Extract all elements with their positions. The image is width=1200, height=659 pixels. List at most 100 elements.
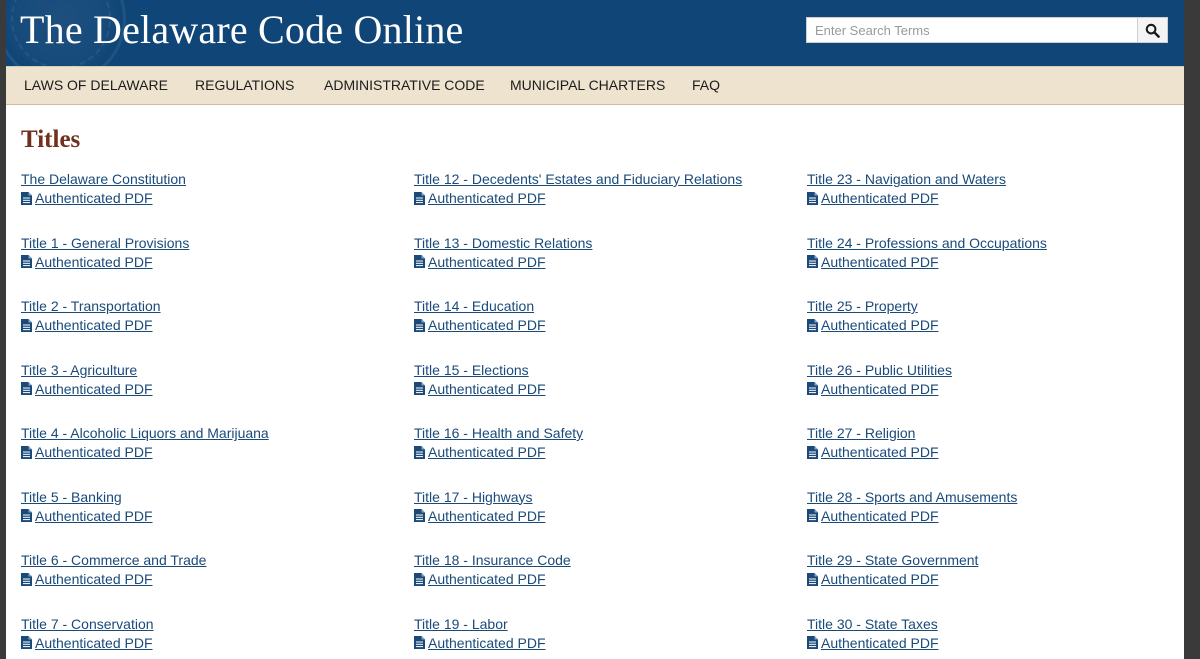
- nav-regulations[interactable]: REGULATIONS: [195, 77, 294, 93]
- title-link[interactable]: Title 25 - Property: [807, 297, 1184, 315]
- title-link[interactable]: Title 16 - Health and Safety: [414, 424, 794, 442]
- authenticated-pdf-link[interactable]: Authenticated PDF: [807, 634, 1184, 652]
- document-icon: [21, 509, 32, 522]
- title-link[interactable]: Title 2 - Transportation: [21, 297, 401, 315]
- title-entry: Title 2 - Transportation Authenticated PD…: [21, 297, 401, 361]
- pdf-link-label: Authenticated PDF: [35, 190, 153, 206]
- title-link[interactable]: Title 24 - Professions and Occupations: [807, 234, 1184, 252]
- titles-column-1: The Delaware Constitution Authenticated P…: [21, 170, 401, 659]
- document-icon: [807, 572, 818, 586]
- authenticated-pdf-link[interactable]: Authenticated PDF: [414, 443, 794, 461]
- pdf-link-label: Authenticated PDF: [35, 634, 153, 651]
- authenticated-pdf-link[interactable]: Authenticated PDF: [21, 316, 401, 334]
- document-icon: [414, 509, 425, 522]
- document-icon: [21, 572, 32, 586]
- authenticated-pdf-link[interactable]: Authenticated PDF: [414, 316, 794, 334]
- title-entry: Title 19 - Labor Authenticated PDF: [414, 615, 794, 659]
- authenticated-pdf-link[interactable]: Authenticated PDF: [414, 570, 794, 588]
- title-entry: Title 3 - Agriculture Authenticated PDF: [21, 361, 401, 425]
- title-entry: Title 25 - Property Authenticated PDF: [807, 297, 1184, 361]
- pdf-link-label: Authenticated PDF: [35, 444, 153, 460]
- nav-faq[interactable]: FAQ: [692, 77, 720, 93]
- title-entry: Title 18 - Insurance Code Authenticated P…: [414, 551, 794, 615]
- authenticated-pdf-link[interactable]: Authenticated PDF: [21, 570, 401, 588]
- document-icon: [807, 382, 818, 395]
- authenticated-pdf-link[interactable]: Authenticated PDF: [21, 634, 401, 652]
- search-icon: [1145, 23, 1160, 38]
- pdf-link-label: Authenticated PDF: [821, 444, 939, 460]
- title-link[interactable]: Title 12 - Decedents' Estates and Fiduci…: [414, 170, 794, 188]
- title-link[interactable]: Title 17 - Highways: [414, 488, 794, 506]
- search-input[interactable]: [806, 17, 1137, 43]
- authenticated-pdf-link[interactable]: Authenticated PDF: [807, 253, 1184, 271]
- document-icon: [21, 382, 32, 395]
- title-link[interactable]: Title 13 - Domestic Relations: [414, 234, 794, 252]
- authenticated-pdf-link[interactable]: Authenticated PDF: [21, 189, 401, 207]
- authenticated-pdf-link[interactable]: Authenticated PDF: [807, 507, 1184, 525]
- title-link[interactable]: Title 30 - State Taxes: [807, 615, 1184, 633]
- authenticated-pdf-link[interactable]: Authenticated PDF: [414, 380, 794, 398]
- title-link[interactable]: Title 6 - Commerce and Trade: [21, 551, 401, 569]
- pdf-link-label: Authenticated PDF: [821, 571, 939, 587]
- title-entry: Title 17 - Highways Authenticated PDF: [414, 488, 794, 552]
- authenticated-pdf-link[interactable]: Authenticated PDF: [807, 443, 1184, 461]
- authenticated-pdf-link[interactable]: Authenticated PDF: [807, 189, 1184, 207]
- document-icon: [807, 509, 818, 522]
- title-link[interactable]: Title 4 - Alcoholic Liquors and Marijuan…: [21, 424, 401, 442]
- title-link[interactable]: Title 19 - Labor: [414, 615, 794, 633]
- authenticated-pdf-link[interactable]: Authenticated PDF: [21, 443, 401, 461]
- title-entry: Title 16 - Health and Safety Authenticate…: [414, 424, 794, 488]
- authenticated-pdf-link[interactable]: Authenticated PDF: [414, 634, 794, 652]
- title-link[interactable]: Title 1 - General Provisions: [21, 234, 401, 252]
- title-entry: Title 6 - Commerce and Trade Authenticate…: [21, 551, 401, 615]
- search-button[interactable]: [1137, 17, 1168, 43]
- pdf-link-label: Authenticated PDF: [821, 190, 939, 206]
- nav-administrative-code[interactable]: ADMINISTRATIVE CODE: [324, 77, 485, 93]
- page-title: Titles: [21, 126, 81, 153]
- authenticated-pdf-link[interactable]: Authenticated PDF: [807, 570, 1184, 588]
- authenticated-pdf-link[interactable]: Authenticated PDF: [807, 380, 1184, 398]
- title-link[interactable]: The Delaware Constitution: [21, 170, 401, 188]
- nav-laws-of-delaware[interactable]: LAWS OF DELAWARE: [24, 77, 168, 93]
- title-entry: Title 15 - Elections Authenticated PDF: [414, 361, 794, 425]
- authenticated-pdf-link[interactable]: Authenticated PDF: [21, 507, 401, 525]
- title-entry: Title 23 - Navigation and Waters Authenti…: [807, 170, 1184, 234]
- document-icon: [21, 255, 32, 268]
- titles-column-2: Title 12 - Decedents' Estates and Fiduci…: [414, 170, 794, 659]
- authenticated-pdf-link[interactable]: Authenticated PDF: [21, 253, 401, 271]
- authenticated-pdf-link[interactable]: Authenticated PDF: [414, 189, 794, 207]
- pdf-link-label: Authenticated PDF: [428, 190, 546, 206]
- document-icon: [414, 191, 425, 205]
- title-link[interactable]: Title 3 - Agriculture: [21, 361, 401, 379]
- pdf-link-label: Authenticated PDF: [821, 507, 939, 524]
- title-entry: The Delaware Constitution Authenticated P…: [21, 170, 401, 234]
- pdf-link-label: Authenticated PDF: [35, 571, 153, 587]
- title-link[interactable]: Title 26 - Public Utilities: [807, 361, 1184, 379]
- authenticated-pdf-link[interactable]: Authenticated PDF: [807, 316, 1184, 334]
- nav-municipal-charters[interactable]: MUNICIPAL CHARTERS: [510, 77, 665, 93]
- pdf-link-label: Authenticated PDF: [35, 507, 153, 524]
- title-link[interactable]: Title 15 - Elections: [414, 361, 794, 379]
- document-icon: [807, 445, 818, 459]
- title-link[interactable]: Title 14 - Education: [414, 297, 794, 315]
- pdf-link-label: Authenticated PDF: [821, 380, 939, 397]
- title-link[interactable]: Title 7 - Conservation: [21, 615, 401, 633]
- titles-column-3: Title 23 - Navigation and Waters Authenti…: [807, 170, 1184, 659]
- title-entry: Title 14 - Education Authenticated PDF: [414, 297, 794, 361]
- pdf-link-label: Authenticated PDF: [428, 444, 546, 460]
- pdf-link-label: Authenticated PDF: [428, 507, 546, 524]
- title-link[interactable]: Title 28 - Sports and Amusements: [807, 488, 1184, 506]
- title-link[interactable]: Title 29 - State Government: [807, 551, 1184, 569]
- authenticated-pdf-link[interactable]: Authenticated PDF: [21, 380, 401, 398]
- title-link[interactable]: Title 27 - Religion: [807, 424, 1184, 442]
- authenticated-pdf-link[interactable]: Authenticated PDF: [414, 253, 794, 271]
- title-link[interactable]: Title 5 - Banking: [21, 488, 401, 506]
- title-entry: Title 30 - State Taxes Authenticated PDF: [807, 615, 1184, 659]
- site-title[interactable]: The Delaware Code Online: [20, 6, 464, 53]
- authenticated-pdf-link[interactable]: Authenticated PDF: [414, 507, 794, 525]
- title-link[interactable]: Title 18 - Insurance Code: [414, 551, 794, 569]
- document-icon: [807, 318, 818, 332]
- title-entry: Title 12 - Decedents' Estates and Fiduci…: [414, 170, 794, 234]
- title-link[interactable]: Title 23 - Navigation and Waters: [807, 170, 1184, 188]
- title-entry: Title 28 - Sports and Amusements Authenti…: [807, 488, 1184, 552]
